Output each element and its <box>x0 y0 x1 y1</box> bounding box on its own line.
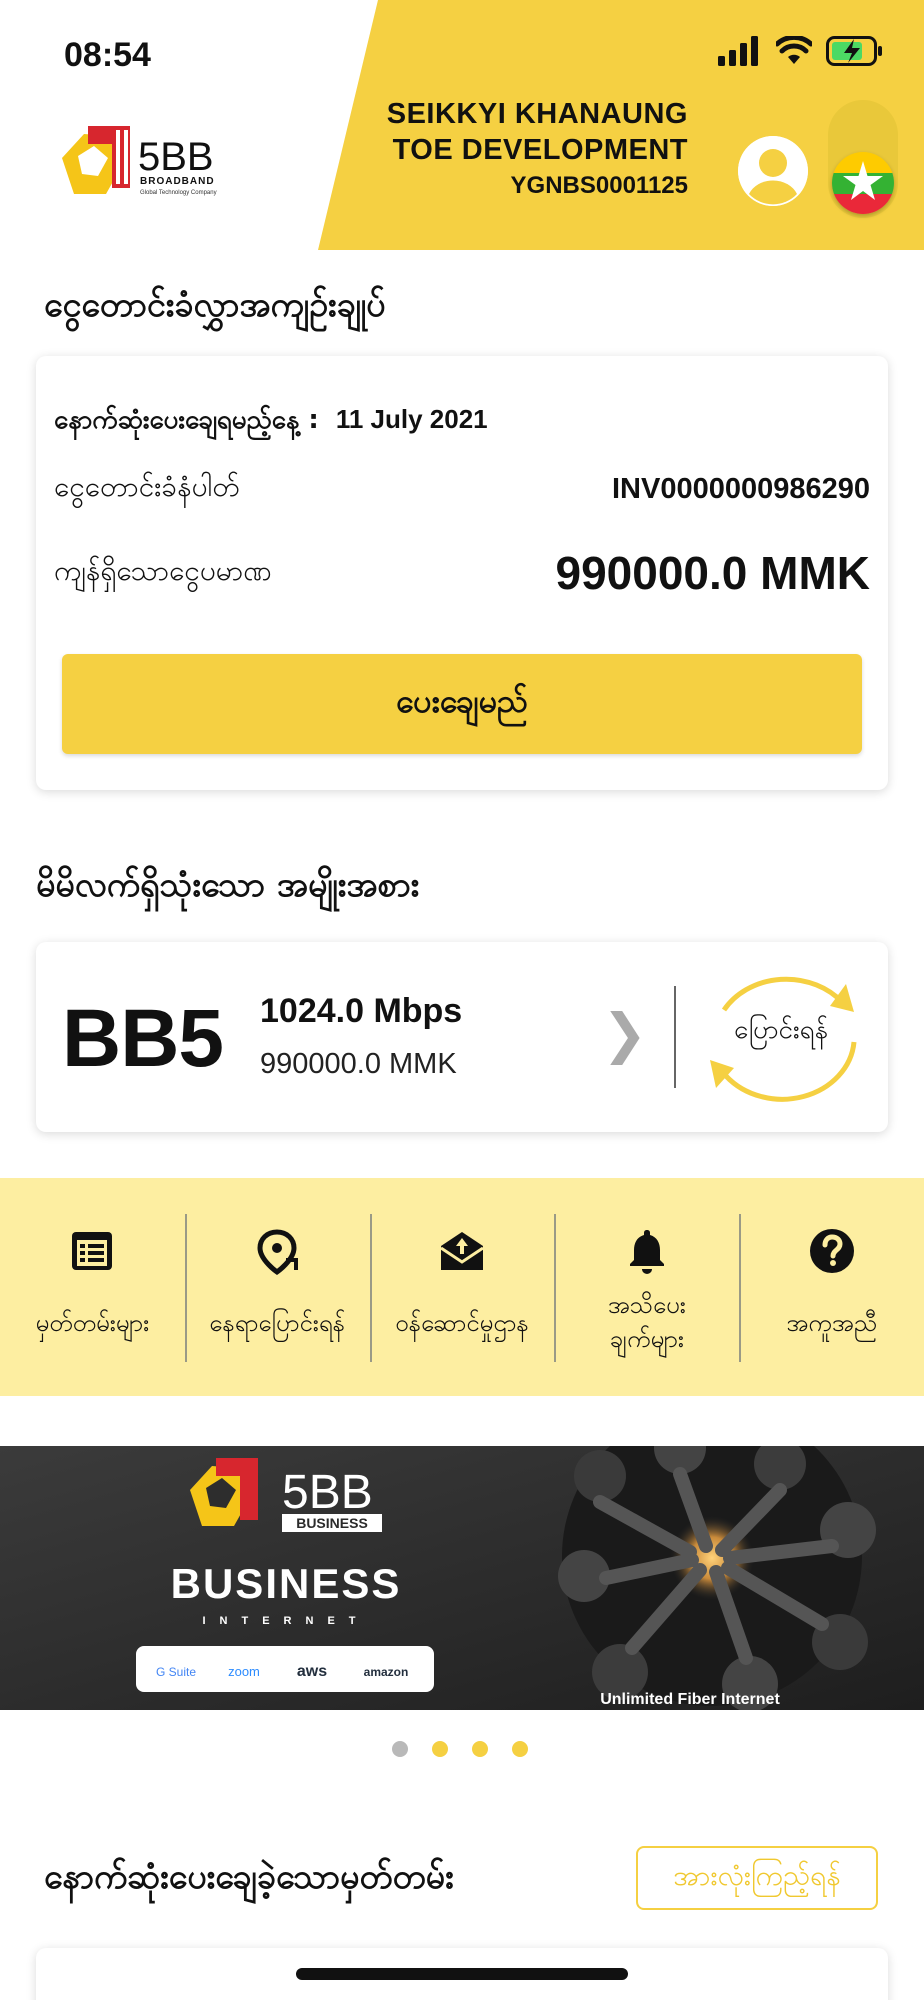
invoice-list-icon <box>72 1232 113 1270</box>
invoice-row: ငွေတောင်းခံနံပါတ် INV0000000986290 <box>54 468 870 510</box>
quick-action-label-line2: ချက်များ <box>609 1325 684 1353</box>
quick-action-label-line1: အသိပေး <box>607 1291 686 1319</box>
bill-summary-card: နောက်ဆုံးပေးချေရမည့်နေ့ : 11 July 2021 င… <box>36 356 888 790</box>
company-name-line2: TOE DEVELOPMENT <box>392 134 688 166</box>
bell-icon <box>629 1230 664 1274</box>
promo-banner-art: 5BB BUSINESS BUSINESS INTERNET G Suite z… <box>0 1446 924 1710</box>
amount-value: 990000.0 MMK <box>555 547 871 599</box>
logo-sub: BROADBAND <box>140 176 215 187</box>
last-payments-title: နောက်ဆုံးပေးချေခဲ့သောမှတ်တမ်း <box>44 1857 454 1897</box>
banner-subhead: INTERNET <box>203 1615 370 1627</box>
carousel-indicator <box>392 1741 528 1757</box>
amount-row: ကျန်ရှိသောငွေပမာဏ 990000.0 MMK <box>54 546 870 600</box>
carousel-dot[interactable] <box>392 1741 408 1757</box>
view-all-button[interactable]: အားလုံးကြည့်ရန် <box>636 1846 878 1910</box>
carousel-dot[interactable] <box>432 1741 448 1757</box>
plan-price: 990000.0 MMK <box>260 1048 457 1080</box>
banner-headline: BUSINESS <box>171 1560 402 1607</box>
change-plan-button[interactable]: ပြောင်းရန် <box>696 962 866 1112</box>
profile-avatar-button[interactable] <box>738 136 808 206</box>
quick-action-label: အကူအညီ <box>786 1309 877 1337</box>
battery-charging-icon <box>826 36 882 66</box>
plan-name: BB5 <box>62 993 224 1084</box>
header: 08:54 5BB BROADBAND Global Technology Co… <box>0 0 924 250</box>
current-plan-card[interactable]: BB5 1024.0 Mbps 990000.0 MMK ❯ ပြောင်းရန… <box>36 942 888 1132</box>
carousel-dot[interactable] <box>472 1741 488 1757</box>
banner-brand: 5BB <box>282 1466 373 1519</box>
wifi-icon <box>776 36 812 64</box>
myanmar-flag-icon[interactable] <box>832 152 894 214</box>
current-plan-title: မိမိလက်ရှိသုံးသော အမျိုးအစား <box>36 865 420 905</box>
carousel-dot[interactable] <box>512 1741 528 1757</box>
quick-action-label: မှတ်တမ်းများ <box>35 1309 150 1337</box>
quick-action-label: နေရာပြောင်းရန် <box>209 1309 346 1337</box>
promo-banner[interactable]: 5BB BUSINESS BUSINESS INTERNET G Suite z… <box>0 1446 924 1710</box>
account-id: YGNBS0001125 <box>510 172 688 199</box>
partner-amazon: amazon <box>364 1665 409 1679</box>
due-date-row: နောက်ဆုံးပေးချေရမည့်နေ့ : 11 July 2021 <box>54 402 870 441</box>
company-info: SEIKKYI KHANAUNG TOE DEVELOPMENT YGNBS00… <box>387 96 688 200</box>
quick-action-records[interactable]: မှတ်တမ်းများ <box>0 1178 185 1396</box>
signal-icon <box>718 36 758 66</box>
bill-summary-title: ငွေတောင်းခံလွှာအကျဉ်းချုပ် <box>44 285 386 325</box>
relocate-icon <box>257 1229 299 1276</box>
partner-zoom: zoom <box>228 1664 260 1679</box>
pay-button[interactable]: ပေးချေမည် <box>62 654 862 754</box>
quick-action-label: အသိပေး ချက်များ <box>558 1288 735 1356</box>
banner-caption: Unlimited Fiber Internet <box>600 1691 780 1708</box>
help-icon <box>809 1229 854 1273</box>
chevron-right-icon[interactable]: ❯ <box>602 1002 647 1065</box>
invoice-label: ငွေတောင်းခံနံပါတ် <box>54 470 240 503</box>
quick-action-relocate[interactable]: နေရာပြောင်းရန် <box>184 1178 370 1396</box>
due-date-value: 11 July 2021 <box>335 404 488 434</box>
quick-action-service-center[interactable]: ဝန်ဆောင်မှုဌာန <box>369 1178 555 1396</box>
plan-speed: 1024.0 Mbps <box>260 992 463 1030</box>
quick-action-help[interactable]: အကူအညီ <box>739 1178 924 1396</box>
amount-label: ကျန်ရှိသောငွေပမာဏ <box>54 554 272 587</box>
partner-aws: aws <box>297 1663 327 1680</box>
quick-action-label: ဝန်ဆောင်မှုဌာန <box>395 1309 529 1337</box>
logo-tagline: Global Technology Company <box>140 190 217 196</box>
invoice-number: INV0000000986290 <box>611 472 870 505</box>
user-icon <box>738 136 808 206</box>
company-name-line1: SEIKKYI KHANAUNG <box>386 98 688 130</box>
status-icons <box>718 36 884 66</box>
quick-action-notifications[interactable]: အသိပေး ချက်များ <box>554 1178 739 1396</box>
banner-brand-sub: BUSINESS <box>296 1515 368 1531</box>
plan-divider <box>674 986 676 1088</box>
home-indicator[interactable] <box>296 1968 628 1980</box>
service-center-icon <box>440 1232 484 1270</box>
status-time: 08:54 <box>64 36 151 74</box>
due-date-label: နောက်ဆုံးပေးချေရမည့်နေ့ : <box>54 405 319 435</box>
5bb-logo: 5BB BROADBAND Global Technology Company <box>62 126 217 196</box>
quick-actions-bar: မှတ်တမ်းများ နေရာပြောင်းရန် ဝန်ဆောင်မှုဌ… <box>0 1178 924 1396</box>
change-plan-label: ပြောင်းရန် <box>734 1015 828 1045</box>
logo-wordmark: 5BB <box>138 135 214 179</box>
partner-gsuite: G Suite <box>156 1665 196 1679</box>
